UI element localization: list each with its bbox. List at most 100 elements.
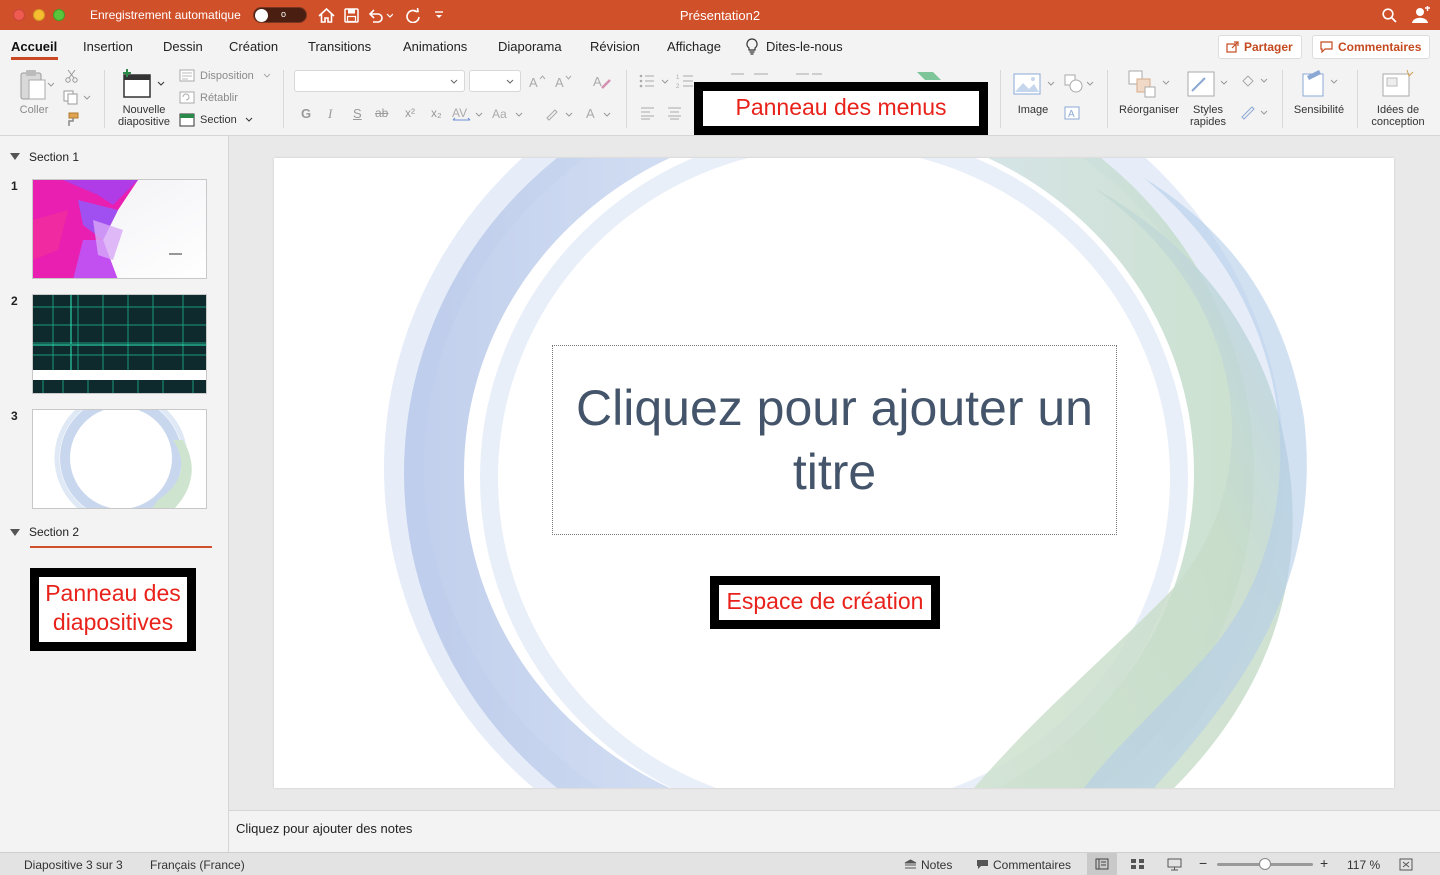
comments-button[interactable]: Commentaires [1312, 35, 1430, 59]
close-window-button[interactable] [13, 9, 25, 21]
customize-toolbar-chevron-icon[interactable] [432, 5, 446, 25]
paste-icon[interactable] [16, 68, 56, 102]
numbering-icon[interactable]: 12 [676, 73, 694, 89]
increase-font-size-icon[interactable]: A [528, 73, 546, 89]
section-2-collapse-icon[interactable] [10, 529, 20, 536]
character-spacing-icon[interactable]: AV [452, 106, 484, 122]
change-case-icon[interactable]: Aa [492, 106, 524, 122]
tab-creation[interactable]: Création [229, 39, 278, 54]
slide-thumbnail-2[interactable] [32, 294, 207, 394]
align-left-icon[interactable] [639, 106, 655, 120]
font-color-icon[interactable]: A [584, 106, 616, 122]
section-chevron-icon[interactable] [244, 116, 254, 124]
layout-chevron-icon[interactable] [262, 72, 272, 80]
tab-dessin[interactable]: Dessin [163, 39, 203, 54]
section-icon[interactable] [178, 112, 195, 127]
autosave-toggle[interactable]: o [253, 7, 307, 23]
subscript-button[interactable]: x₂ [431, 106, 442, 120]
slide-thumbnail-3[interactable] [32, 409, 207, 509]
tab-animations[interactable]: Animations [403, 39, 467, 54]
section-label[interactable]: Section [200, 114, 237, 126]
line-spacing-icon[interactable] [795, 72, 825, 82]
shape-outline-icon[interactable] [1238, 104, 1270, 120]
decrease-font-size-icon[interactable]: A [554, 73, 572, 89]
shapes-icon[interactable] [1062, 70, 1096, 98]
redo-icon[interactable] [404, 5, 422, 25]
account-icon[interactable] [1410, 5, 1432, 25]
shapes-arrow-icon[interactable] [915, 70, 945, 82]
powerpoint-window: Enregistrement automatique o Présentatio… [0, 0, 1440, 875]
zoom-out-button[interactable]: − [1199, 855, 1207, 871]
tab-diaporama[interactable]: Diaporama [498, 39, 562, 54]
save-icon[interactable] [342, 5, 360, 25]
fit-to-window-icon[interactable] [1398, 857, 1414, 871]
new-slide-label-1: Nouvelle [122, 104, 166, 116]
comment-icon [1320, 41, 1333, 53]
zoom-in-button[interactable]: + [1320, 855, 1328, 871]
zoom-slider[interactable] [1217, 858, 1313, 870]
italic-button[interactable]: I [328, 106, 332, 122]
copy-icon[interactable] [62, 89, 92, 105]
underline-button[interactable]: S [353, 106, 362, 121]
comments-status-icon[interactable] [975, 858, 989, 870]
language-indicator[interactable]: Français (France) [150, 858, 245, 872]
section-2-label[interactable]: Section 2 [29, 525, 79, 539]
tell-me-field[interactable]: Dites-le-nous [766, 39, 843, 54]
font-family-select[interactable] [294, 70, 465, 92]
minimize-window-button[interactable] [33, 9, 45, 21]
comments-toggle[interactable]: Commentaires [993, 858, 1071, 872]
slides-pane: Section 1 1 2 3 Section 2 Panneau des di… [0, 136, 229, 852]
tab-transitions[interactable]: Transitions [308, 39, 371, 54]
share-button[interactable]: Partager [1218, 35, 1302, 59]
notes-pane[interactable]: Cliquez pour ajouter des notes [229, 810, 1440, 852]
section-1-collapse-icon[interactable] [10, 153, 20, 160]
undo-icon[interactable] [367, 5, 393, 25]
format-painter-icon[interactable] [63, 111, 79, 127]
tab-affichage[interactable]: Affichage [667, 39, 721, 54]
tab-revision[interactable]: Révision [590, 39, 640, 54]
reset-icon[interactable] [178, 90, 195, 104]
svg-text:A: A [593, 74, 602, 89]
arrange-icon[interactable] [1122, 68, 1174, 100]
home-icon[interactable] [317, 5, 335, 25]
clear-formatting-icon[interactable]: A [592, 73, 612, 89]
search-icon[interactable] [1380, 5, 1398, 25]
text-box-icon[interactable]: A [1062, 104, 1082, 122]
slide-thumbnail-1[interactable] [32, 179, 207, 279]
zoom-slider-thumb[interactable] [1259, 858, 1271, 870]
font-size-select[interactable] [469, 70, 521, 92]
svg-text:A: A [586, 106, 595, 121]
highlight-icon[interactable] [544, 106, 576, 122]
align-center-icon[interactable] [666, 106, 682, 120]
annotation-menus-text: Panneau des menus [735, 94, 947, 120]
notes-icon[interactable] [903, 858, 917, 870]
design-ideas-icon[interactable] [1378, 67, 1418, 101]
indent-icon[interactable] [730, 72, 770, 82]
section-1-label[interactable]: Section 1 [29, 150, 79, 164]
quick-styles-icon[interactable] [1184, 68, 1232, 100]
svg-text:AV: AV [452, 106, 467, 120]
layout-icon[interactable] [178, 68, 195, 82]
picture-icon[interactable] [1012, 70, 1058, 98]
reset-label[interactable]: Rétablir [200, 92, 238, 104]
autosave-label: Enregistrement automatique [90, 8, 241, 22]
bold-button[interactable]: G [301, 106, 311, 121]
new-slide-icon[interactable] [119, 67, 167, 103]
svg-text:A: A [529, 75, 538, 88]
title-placeholder[interactable]: Cliquez pour ajouter un titre [552, 345, 1117, 535]
sensitivity-icon[interactable] [1296, 67, 1344, 101]
superscript-button[interactable]: x² [405, 106, 415, 120]
slide-sorter-view-icon[interactable] [1128, 857, 1146, 871]
bullets-icon[interactable] [638, 73, 670, 89]
normal-view-icon[interactable] [1087, 853, 1117, 875]
tab-accueil[interactable]: Accueil [11, 39, 57, 54]
tab-insertion[interactable]: Insertion [83, 39, 133, 54]
reading-view-icon[interactable] [1165, 857, 1183, 871]
cut-icon[interactable] [64, 68, 78, 84]
shape-fill-icon[interactable] [1238, 73, 1270, 89]
notes-toggle[interactable]: Notes [921, 858, 952, 872]
zoom-window-button[interactable] [53, 9, 65, 21]
zoom-level[interactable]: 117 % [1347, 858, 1380, 872]
layout-label[interactable]: Disposition [200, 70, 254, 82]
strikethrough-button[interactable]: ab [375, 106, 388, 120]
